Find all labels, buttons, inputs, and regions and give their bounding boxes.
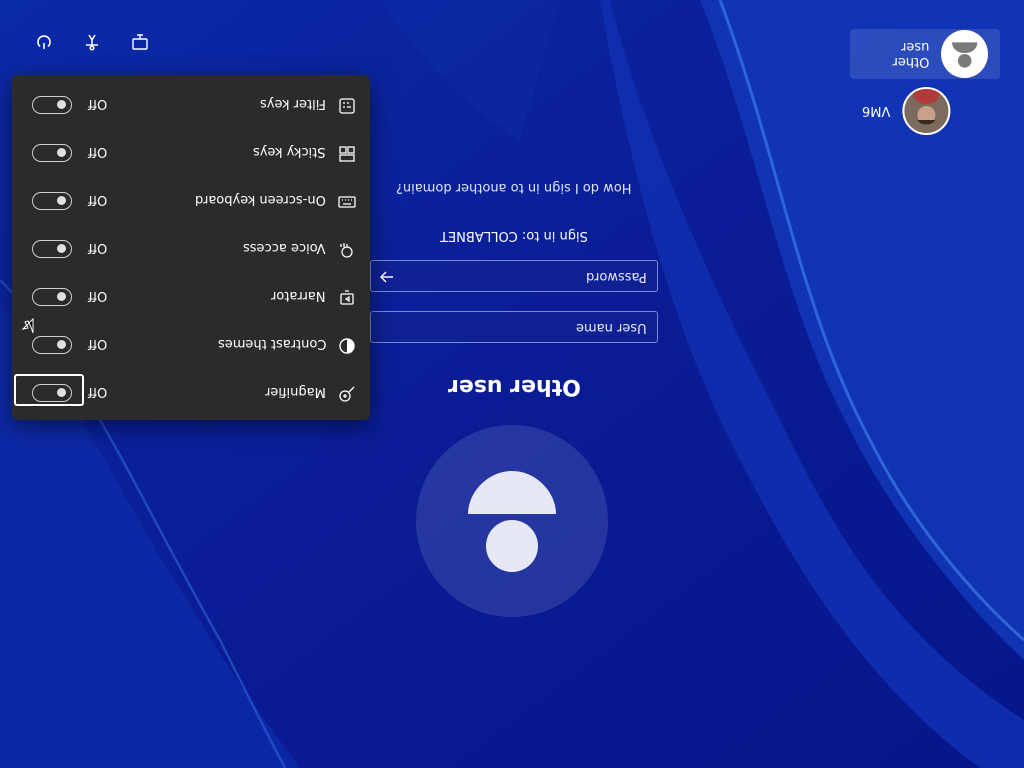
toggle-switch[interactable] bbox=[32, 384, 72, 402]
a11y-row-contrast-themes[interactable]: Contrast themes Off bbox=[12, 321, 370, 369]
filter-keys-icon bbox=[338, 97, 356, 115]
a11y-row-voice-access[interactable]: Voice access Off bbox=[12, 225, 370, 273]
a11y-row-narrator[interactable]: Narrator Off bbox=[12, 273, 370, 321]
mouse-pointer-icon bbox=[21, 316, 36, 338]
username-field[interactable]: User name bbox=[370, 311, 658, 343]
sticky-keys-icon bbox=[338, 145, 356, 163]
sign-in-domain: Sign in to: COLLABNET bbox=[440, 228, 588, 243]
narrator-icon bbox=[338, 289, 356, 307]
password-field[interactable]: Password bbox=[370, 260, 658, 292]
toggle-switch[interactable] bbox=[32, 336, 72, 354]
keyboard-icon bbox=[338, 193, 356, 211]
arrow-right-icon[interactable] bbox=[377, 267, 397, 287]
a11y-row-magnifier[interactable]: Magnifier Off bbox=[12, 369, 370, 417]
large-avatar bbox=[416, 425, 608, 617]
voice-access-icon bbox=[338, 241, 356, 259]
contrast-icon bbox=[338, 337, 356, 355]
toggle-switch[interactable] bbox=[32, 144, 72, 162]
toggle-switch[interactable] bbox=[32, 288, 72, 306]
toggle-switch[interactable] bbox=[32, 96, 72, 114]
a11y-row-sticky-keys[interactable]: Sticky keys Off bbox=[12, 129, 370, 177]
toggle-switch[interactable] bbox=[32, 240, 72, 258]
a11y-row-filter-keys[interactable]: Filter keys Off bbox=[12, 81, 370, 129]
accessibility-flyout: Filter keys Off Sticky keys Off On-scree… bbox=[12, 75, 370, 420]
a11y-row-on-screen-keyboard[interactable]: On-screen keyboard Off bbox=[12, 177, 370, 225]
toggle-switch[interactable] bbox=[32, 192, 72, 210]
person-icon bbox=[468, 471, 556, 572]
help-link[interactable]: How do I sign in to another domain? bbox=[370, 176, 658, 195]
magnifier-icon bbox=[338, 385, 356, 403]
page-title: Other user bbox=[447, 374, 581, 399]
